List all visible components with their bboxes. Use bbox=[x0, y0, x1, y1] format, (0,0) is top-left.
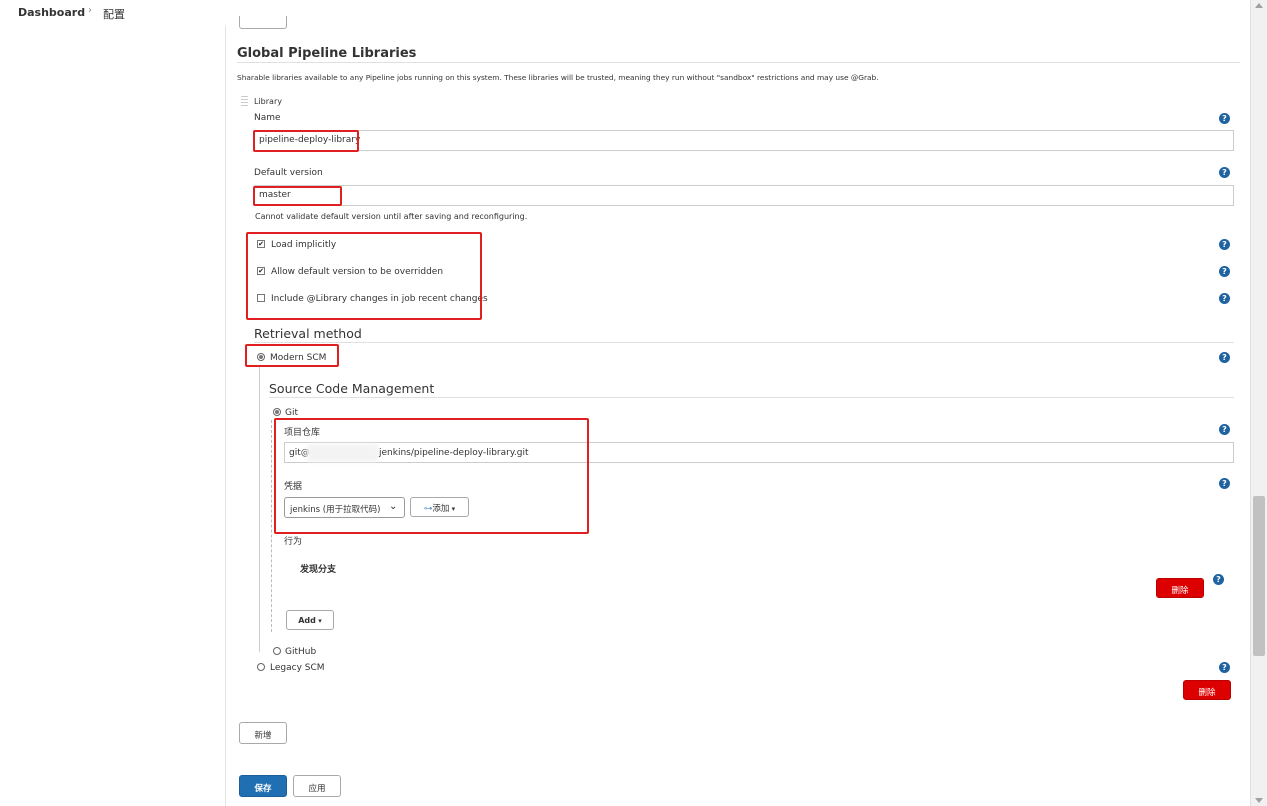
include-changes-help-icon[interactable]: ? bbox=[1219, 293, 1230, 304]
delete-library-button[interactable]: 删除 bbox=[1183, 680, 1231, 700]
github-radio[interactable] bbox=[273, 647, 281, 655]
name-label: Name bbox=[254, 113, 281, 123]
include-changes-label: Include @Library changes in job recent c… bbox=[271, 294, 488, 304]
breadcrumb-separator: › bbox=[88, 5, 92, 16]
apply-button[interactable]: 应用 bbox=[293, 775, 341, 797]
modern-scm-help-icon[interactable]: ? bbox=[1219, 352, 1230, 363]
delete-behavior-button[interactable]: 删除 bbox=[1156, 578, 1204, 598]
name-help-icon[interactable]: ? bbox=[1219, 113, 1230, 124]
chevron-down-icon: ⌄ bbox=[389, 501, 398, 512]
caret-down-icon: ▾ bbox=[449, 505, 456, 513]
scm-title: Source Code Management bbox=[269, 381, 435, 396]
github-label: GitHub bbox=[285, 647, 317, 657]
modern-scm-radio[interactable] bbox=[257, 353, 265, 361]
discover-branches-help-icon[interactable]: ? bbox=[1213, 574, 1224, 585]
credentials-select[interactable]: jenkins (用于拉取代码) ⌄ bbox=[284, 497, 405, 518]
default-version-help-icon[interactable]: ? bbox=[1219, 167, 1230, 178]
retrieval-method-title: Retrieval method bbox=[254, 326, 362, 341]
section-description: Sharable libraries available to any Pipe… bbox=[237, 73, 879, 82]
scroll-up-arrow-icon[interactable] bbox=[1255, 3, 1263, 8]
caret-down-icon: ▾ bbox=[315, 617, 322, 625]
git-guide bbox=[271, 420, 272, 632]
default-version-label: Default version bbox=[254, 168, 323, 178]
credentials-label: 凭据 bbox=[284, 482, 303, 492]
drag-handle[interactable] bbox=[241, 96, 248, 108]
allow-override-label: Allow default version to be overridden bbox=[271, 267, 444, 277]
default-version-note: Cannot validate default version until af… bbox=[255, 212, 528, 221]
credentials-help-icon[interactable]: ? bbox=[1219, 478, 1230, 489]
modern-scm-guide bbox=[259, 367, 260, 652]
include-changes-checkbox[interactable] bbox=[257, 294, 265, 302]
repo-value-suffix: jenkins/pipeline-deploy-library.git bbox=[379, 448, 529, 458]
name-input[interactable]: pipeline-deploy-library bbox=[254, 130, 1234, 151]
behaviors-label: 行为 bbox=[284, 537, 303, 547]
breadcrumb: Dashboard › 配置 bbox=[0, 0, 1250, 26]
sidebar bbox=[0, 26, 226, 806]
load-implicitly-help-icon[interactable]: ? bbox=[1219, 239, 1230, 250]
repo-help-icon[interactable]: ? bbox=[1219, 424, 1230, 435]
library-header: Library bbox=[254, 97, 282, 106]
legacy-scm-help-icon[interactable]: ? bbox=[1219, 662, 1230, 673]
load-implicitly-checkbox[interactable]: ✔ bbox=[257, 240, 265, 248]
repo-label: 项目仓库 bbox=[284, 428, 321, 438]
section-title: Global Pipeline Libraries bbox=[237, 46, 417, 61]
scrollbar-thumb[interactable] bbox=[1253, 496, 1265, 656]
add-behavior-button[interactable]: Add ▾ bbox=[286, 610, 334, 630]
credentials-selected: jenkins (用于拉取代码) bbox=[290, 505, 381, 515]
git-label: Git bbox=[285, 408, 299, 418]
add-library-button[interactable]: 新增 bbox=[239, 722, 287, 744]
default-version-input[interactable]: master bbox=[254, 185, 1234, 206]
add-credentials-button[interactable]: ⊶添加 ▾ bbox=[410, 497, 469, 517]
legacy-scm-label: Legacy SCM bbox=[270, 663, 325, 673]
legacy-scm-radio[interactable] bbox=[257, 663, 265, 671]
section-divider bbox=[237, 62, 1240, 63]
modern-scm-label: Modern SCM bbox=[270, 353, 327, 363]
add-behavior-label: Add bbox=[298, 616, 316, 625]
discover-branches-label: 发现分支 bbox=[300, 565, 337, 575]
scm-divider bbox=[269, 397, 1234, 398]
retrieval-divider bbox=[254, 342, 1234, 343]
git-radio[interactable] bbox=[273, 408, 281, 416]
scroll-down-arrow-icon[interactable] bbox=[1255, 798, 1263, 803]
allow-override-help-icon[interactable]: ? bbox=[1219, 266, 1230, 277]
allow-override-checkbox[interactable]: ✔ bbox=[257, 267, 265, 275]
vertical-scrollbar[interactable] bbox=[1250, 0, 1267, 806]
load-implicitly-label: Load implicitly bbox=[271, 240, 337, 250]
breadcrumb-current: 配置 bbox=[103, 8, 125, 21]
repo-input[interactable]: git@ jenkins/pipeline-deploy-library.git bbox=[284, 442, 1234, 463]
redacted-host bbox=[307, 444, 379, 462]
add-credentials-label: 添加 bbox=[432, 504, 450, 514]
breadcrumb-dashboard-link[interactable]: Dashboard bbox=[18, 6, 85, 19]
save-button[interactable]: 保存 bbox=[239, 775, 287, 797]
previous-section-button[interactable] bbox=[239, 16, 287, 29]
